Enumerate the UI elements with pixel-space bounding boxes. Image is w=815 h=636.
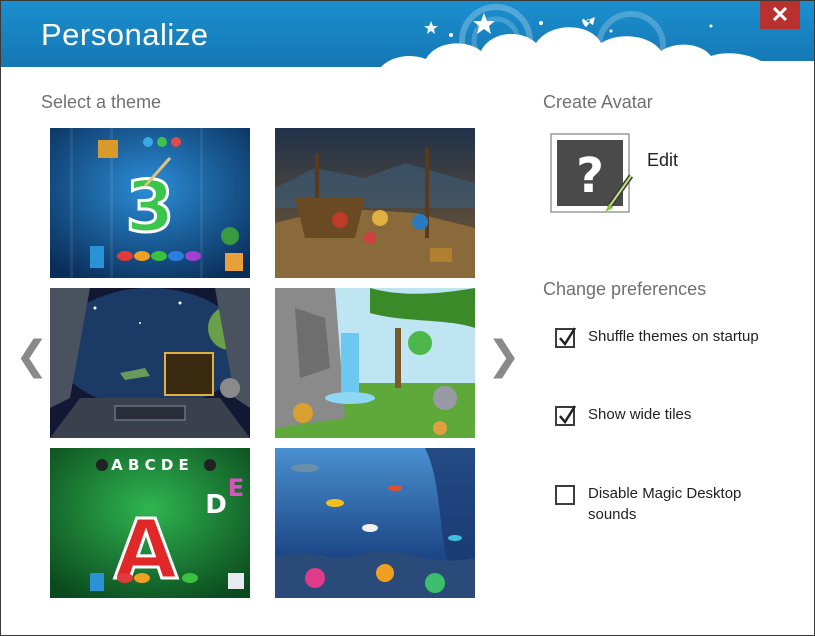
disable-sounds-checkbox[interactable]	[555, 485, 575, 505]
show-wide-tiles-label: Show wide tiles	[588, 406, 692, 423]
theme-tile-numbers[interactable]: 3	[50, 128, 250, 278]
title-bar: Personalize ✕	[1, 1, 814, 67]
jungle-theme-thumbnail	[275, 288, 475, 438]
next-themes-arrow[interactable]: ❯	[487, 336, 521, 376]
pirates-theme-thumbnail	[275, 128, 475, 278]
show-wide-tiles-checkbox[interactable]	[555, 405, 577, 426]
svg-text:E: E	[228, 474, 244, 502]
svg-text:A: A	[114, 503, 178, 598]
underwater-theme-thumbnail	[275, 448, 475, 598]
personalize-window: Personalize ✕ Select a theme 3 A B C D E…	[0, 0, 815, 636]
disable-sounds-label: Disable Magic Desktop sounds	[588, 485, 742, 523]
svg-text:D: D	[205, 490, 227, 520]
shuffle-themes-checkbox[interactable]	[555, 327, 577, 348]
checkmark-icon	[559, 405, 577, 425]
alphabet-theme-thumbnail: A B C D E A D E	[50, 448, 250, 598]
theme-tile-jungle[interactable]	[275, 288, 475, 438]
edit-avatar-link[interactable]: Edit	[647, 150, 678, 171]
svg-text:A B C D E: A B C D E	[111, 456, 189, 474]
shuffle-themes-label: Shuffle themes on startup	[588, 328, 759, 345]
checkmark-icon	[559, 327, 577, 347]
clouds-decoration	[381, 4, 814, 67]
theme-tile-alphabet[interactable]: A B C D E A D E	[50, 448, 250, 598]
avatar-button[interactable]: ?	[549, 132, 634, 214]
create-avatar-label: Create Avatar	[543, 92, 653, 112]
previous-themes-arrow[interactable]: ❮	[15, 336, 49, 376]
theme-tile-underwater[interactable]	[275, 448, 475, 598]
spaceship-theme-thumbnail	[50, 288, 250, 438]
change-preferences-label: Change preferences	[543, 279, 707, 299]
window-title: Personalize	[41, 17, 209, 52]
theme-tile-spaceship[interactable]	[50, 288, 250, 438]
theme-tile-pirates[interactable]	[275, 128, 475, 278]
select-theme-label: Select a theme	[41, 92, 162, 112]
numbers-theme-thumbnail: 3	[50, 128, 250, 278]
close-button[interactable]: ✕	[760, 1, 800, 29]
svg-text:?: ?	[576, 148, 604, 204]
question-mark-avatar-icon: ?	[550, 133, 634, 213]
